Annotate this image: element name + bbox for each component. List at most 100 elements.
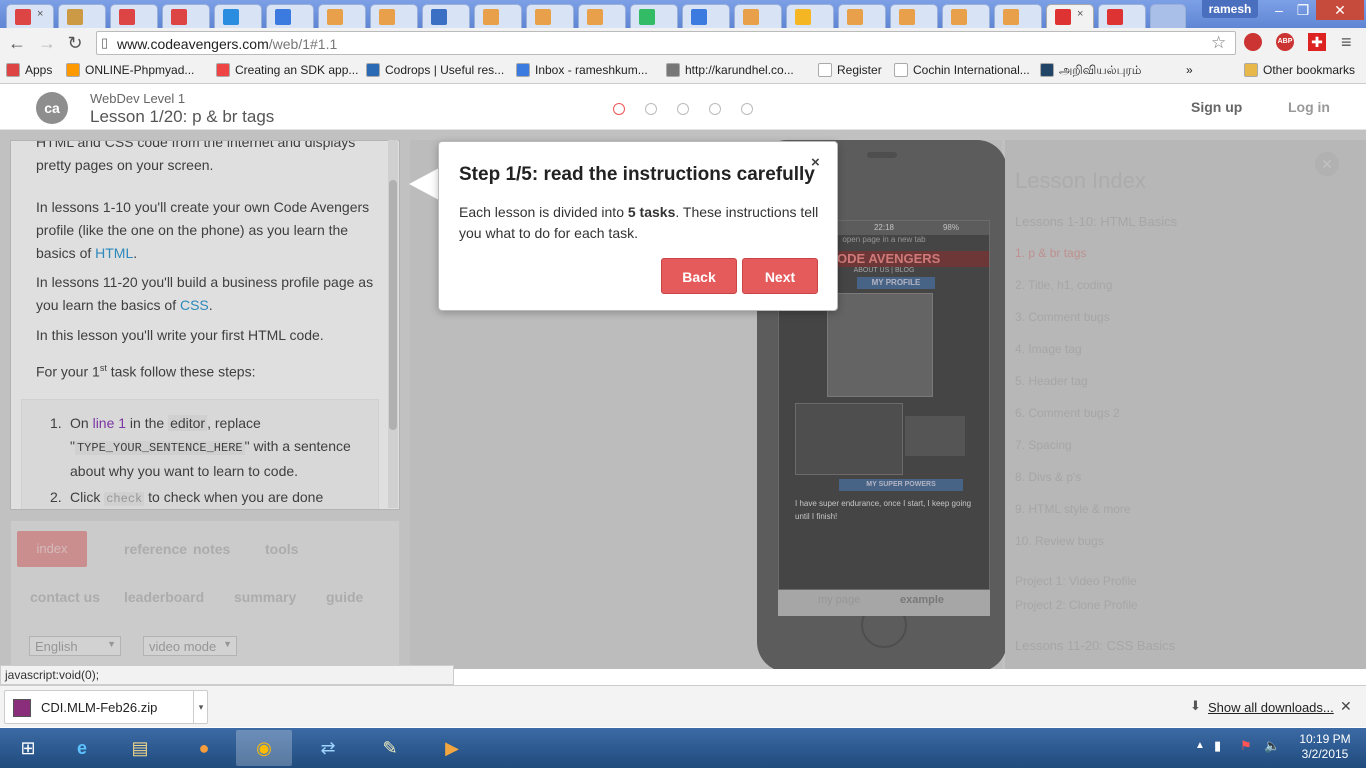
download-arrow-icon: ⬇ bbox=[1190, 698, 1201, 713]
chrome-icon[interactable]: ◉ bbox=[236, 730, 292, 766]
bookmark-item[interactable]: Inbox - rameshkum... bbox=[516, 63, 648, 77]
media-player-icon[interactable]: ▶ bbox=[424, 730, 480, 766]
tab-stackoverflow[interactable] bbox=[890, 4, 938, 28]
lastpass-icon[interactable]: ✚ bbox=[1308, 33, 1326, 51]
bookmark-item[interactable]: http://karundhel.co... bbox=[666, 63, 794, 77]
task-dot-1[interactable] bbox=[613, 103, 625, 115]
globe-icon bbox=[1040, 63, 1054, 77]
codeavengers-icon bbox=[1055, 9, 1071, 25]
tab-codeavengers-active[interactable]: × bbox=[1046, 4, 1094, 28]
bookmark-label: Creating an SDK app... bbox=[235, 63, 359, 77]
shield-icon bbox=[795, 9, 811, 25]
ie-icon[interactable]: e bbox=[54, 730, 110, 766]
tab-google[interactable] bbox=[682, 4, 730, 28]
tab-strip: × × ramesh – ❐ ✕ bbox=[0, 0, 1366, 28]
forward-icon[interactable]: → bbox=[36, 32, 58, 54]
clock[interactable]: 10:19 PM 3/2/2015 bbox=[1294, 732, 1356, 762]
task-dot-5[interactable] bbox=[741, 103, 753, 115]
tab-stackoverflow[interactable] bbox=[734, 4, 782, 28]
network-icon[interactable]: ▮ bbox=[1214, 738, 1221, 754]
show-hidden-icons[interactable]: ▲ bbox=[1195, 740, 1205, 751]
bookmark-item[interactable]: » bbox=[1186, 63, 1193, 77]
windows-start-icon[interactable]: ⊞ bbox=[0, 730, 56, 766]
volume-icon[interactable]: 🔈 bbox=[1264, 738, 1280, 754]
url-text: www.codeavengers.com/web/1#1.1 bbox=[117, 36, 338, 52]
back-icon[interactable]: ← bbox=[6, 32, 28, 54]
explorer-icon[interactable]: ▤ bbox=[112, 730, 168, 766]
stackoverflow-icon bbox=[899, 9, 915, 25]
tab[interactable] bbox=[786, 4, 834, 28]
sign-up-link[interactable]: Sign up bbox=[1191, 99, 1242, 115]
download-menu-icon[interactable]: ▾ bbox=[193, 690, 208, 724]
address-bar[interactable]: ▯ www.codeavengers.com/web/1#1.1 ☆ bbox=[96, 31, 1236, 55]
tab-stackoverflow[interactable] bbox=[994, 4, 1042, 28]
close-icon[interactable]: × bbox=[37, 8, 43, 20]
tab[interactable] bbox=[630, 4, 678, 28]
firefox-icon[interactable]: ● bbox=[176, 730, 232, 766]
tour-popover: Step 1/5: read the instructions carefull… bbox=[438, 141, 838, 311]
bookmark-label: Apps bbox=[25, 63, 53, 77]
bookmark-label: Other bookmarks bbox=[1263, 63, 1356, 77]
tab-stackoverflow[interactable] bbox=[526, 4, 574, 28]
stackoverflow-icon bbox=[587, 9, 603, 25]
google-icon bbox=[691, 9, 707, 25]
sdk-icon bbox=[216, 63, 230, 77]
bookmark-label: Inbox - rameshkum... bbox=[535, 63, 648, 77]
star-icon[interactable]: ☆ bbox=[1211, 33, 1226, 53]
bookmark-item[interactable]: Apps bbox=[6, 63, 52, 77]
tab-google[interactable] bbox=[266, 4, 314, 28]
log-in-link[interactable]: Log in bbox=[1288, 99, 1330, 115]
show-all-downloads-link[interactable]: Show all downloads... bbox=[1208, 700, 1334, 715]
tab-stackoverflow[interactable] bbox=[838, 4, 886, 28]
minimize-icon[interactable]: – bbox=[1266, 0, 1292, 20]
next-button[interactable]: Next bbox=[742, 258, 818, 294]
pma-icon bbox=[66, 63, 80, 77]
tab-gmail[interactable] bbox=[110, 4, 158, 28]
menu-icon[interactable]: ≡ bbox=[1341, 32, 1352, 53]
back-button[interactable]: Back bbox=[661, 258, 737, 294]
close-icon[interactable]: × bbox=[811, 154, 820, 171]
notepad-icon[interactable]: ✎ bbox=[362, 730, 418, 766]
download-item[interactable]: CDI.MLM-Feb26.zip ▾ bbox=[4, 690, 208, 724]
tab-stackoverflow[interactable] bbox=[578, 4, 626, 28]
codeavengers-logo[interactable]: ca bbox=[36, 92, 68, 124]
tour-body: Each lesson is divided into 5 tasks. The… bbox=[459, 204, 819, 241]
bookmark-item[interactable]: Codrops | Useful res... bbox=[366, 63, 504, 77]
bookmark-item[interactable]: Register bbox=[818, 63, 882, 77]
bookmark-item[interactable]: ONLINE-Phpmyad... bbox=[66, 63, 194, 77]
bookmark-item[interactable]: Cochin International... bbox=[894, 63, 1030, 77]
bookmark-item[interactable]: Other bookmarks bbox=[1244, 63, 1355, 77]
close-tab-icon[interactable]: × bbox=[1077, 8, 1083, 20]
tab-codeavengers[interactable] bbox=[1098, 4, 1146, 28]
adblock-icon[interactable]: ABP bbox=[1276, 33, 1294, 51]
task-dot-4[interactable] bbox=[709, 103, 721, 115]
reload-icon[interactable]: ↻ bbox=[64, 32, 86, 54]
page-icon bbox=[894, 63, 908, 77]
tab-stackoverflow[interactable] bbox=[942, 4, 990, 28]
bookmark-item[interactable]: அறிவியல்புரம் bbox=[1040, 63, 1141, 79]
tab[interactable] bbox=[422, 4, 470, 28]
tab-gmail[interactable] bbox=[162, 4, 210, 28]
windows-taskbar: ⊞ e ▤ ● ◉ ⇄ ✎ ▶ ▲ ▮ ⚑ 🔈 10:19 PM 3/2/2015 bbox=[0, 728, 1366, 768]
close-window-icon[interactable]: ✕ bbox=[1316, 0, 1364, 20]
new-tab-button[interactable] bbox=[1150, 4, 1186, 28]
restore-icon[interactable]: ❐ bbox=[1290, 0, 1316, 20]
task-dot-3[interactable] bbox=[677, 103, 689, 115]
task-dot-2[interactable] bbox=[645, 103, 657, 115]
tab-stackoverflow[interactable] bbox=[474, 4, 522, 28]
tab-stackoverflow[interactable] bbox=[370, 4, 418, 28]
grid-icon bbox=[639, 9, 655, 25]
action-center-icon[interactable]: ⚑ bbox=[1240, 738, 1252, 754]
bookmark-label: Register bbox=[837, 63, 882, 77]
bookmark-item[interactable]: Creating an SDK app... bbox=[216, 63, 358, 77]
google-icon bbox=[275, 9, 291, 25]
profile-user[interactable]: ramesh bbox=[1202, 0, 1258, 18]
close-icon[interactable]: ✕ bbox=[1340, 698, 1352, 715]
extension-icon[interactable] bbox=[1244, 33, 1262, 51]
tab[interactable] bbox=[58, 4, 106, 28]
tab-stackoverflow[interactable] bbox=[318, 4, 366, 28]
tab-dropbox[interactable] bbox=[214, 4, 262, 28]
teamviewer-icon[interactable]: ⇄ bbox=[300, 730, 356, 766]
tab-gmail[interactable]: × bbox=[6, 4, 54, 28]
bookmark-label: Cochin International... bbox=[913, 63, 1030, 77]
